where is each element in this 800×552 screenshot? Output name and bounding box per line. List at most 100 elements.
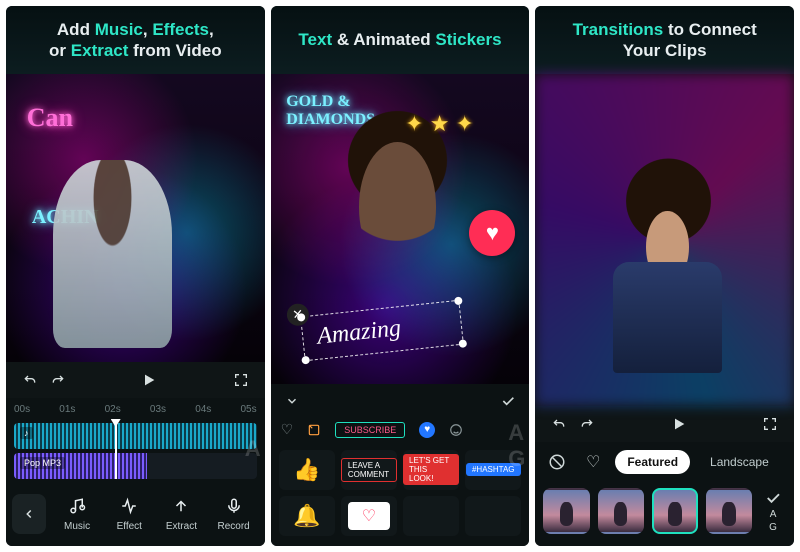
overlay-text[interactable]: Amazing bbox=[316, 310, 448, 350]
tool-music[interactable]: Music bbox=[52, 491, 102, 536]
audio-track-2[interactable]: Pop MP3 bbox=[14, 453, 257, 479]
tab-recent[interactable] bbox=[307, 418, 321, 442]
transition-thumbs: A G bbox=[535, 482, 794, 546]
music-icon bbox=[66, 495, 88, 517]
audio-track-1[interactable]: ♪ bbox=[14, 423, 257, 449]
back-button[interactable] bbox=[12, 494, 46, 534]
playhead[interactable] bbox=[115, 423, 117, 479]
tray-top bbox=[271, 384, 530, 418]
accent-music: Music bbox=[95, 20, 143, 39]
video-preview-3[interactable] bbox=[535, 74, 794, 406]
transition-tray: ♡ Featured Landscape Film A G bbox=[535, 442, 794, 546]
play-button[interactable] bbox=[665, 410, 693, 438]
undo-button[interactable] bbox=[16, 366, 44, 394]
emoji: ♡ bbox=[348, 502, 390, 530]
crown-sticker[interactable]: ✦ ★ ✦ bbox=[405, 111, 474, 137]
tool-label: Record bbox=[217, 521, 249, 532]
playback-bar-3 bbox=[535, 406, 794, 442]
video-preview-1[interactable]: Can ACHIN bbox=[6, 74, 265, 362]
sticker-hashtag[interactable]: #HASHTAG bbox=[465, 450, 521, 490]
play-button[interactable] bbox=[135, 366, 163, 394]
resize-handle[interactable] bbox=[301, 356, 310, 365]
check-icon bbox=[764, 489, 782, 507]
tab-pill: SUBSCRIBE bbox=[335, 422, 405, 438]
sticker-empty[interactable] bbox=[403, 496, 459, 536]
redo-button[interactable] bbox=[573, 410, 601, 438]
clip-label-music: ♪ bbox=[20, 427, 33, 439]
accent-stickers: Stickers bbox=[435, 30, 501, 49]
effect-icon bbox=[118, 495, 140, 517]
tool-record[interactable]: Record bbox=[209, 491, 259, 536]
tool-effect[interactable]: Effect bbox=[104, 491, 154, 536]
neon-sign-1: Can bbox=[27, 103, 73, 133]
confirm-button[interactable] bbox=[493, 386, 523, 416]
favorite-transition[interactable]: ♡ bbox=[579, 448, 607, 476]
sticker-tray: ♡ SUBSCRIBE ♥ 👍 LEAVE A COMMENT LET'S GE… bbox=[271, 384, 530, 546]
sticker-leave-comment[interactable]: LEAVE A COMMENT bbox=[341, 450, 397, 490]
tick: 05s bbox=[240, 404, 256, 415]
tab-category-2[interactable]: ♥ bbox=[419, 418, 435, 442]
mini-label: LEAVE A COMMENT bbox=[341, 458, 397, 482]
tick: 03s bbox=[150, 404, 166, 415]
t: from Video bbox=[128, 41, 221, 60]
tick: 00s bbox=[14, 404, 30, 415]
panel-stickers: Text & Animated Stickers GOLD &DIAMONDS … bbox=[271, 6, 530, 546]
resize-handle[interactable] bbox=[296, 313, 305, 322]
accent-extract: Extract bbox=[71, 41, 129, 60]
mic-icon bbox=[223, 495, 245, 517]
chip-row: Featured Landscape Film bbox=[615, 450, 786, 474]
person-silhouette bbox=[53, 160, 172, 347]
panel-3-title: Transitions to ConnectYour Clips bbox=[535, 6, 794, 74]
mini-label: LET'S GET THIS LOOK! bbox=[403, 454, 459, 485]
panel-music: Add Music, Effects,or Extract from Video… bbox=[6, 6, 265, 546]
t: & Animated bbox=[332, 30, 435, 49]
transition-thumb[interactable] bbox=[706, 488, 752, 534]
playback-bar-1 bbox=[6, 362, 265, 398]
t: , bbox=[143, 20, 152, 39]
panel-1-title: Add Music, Effects,or Extract from Video bbox=[6, 6, 265, 74]
transition-thumb[interactable] bbox=[598, 488, 644, 534]
fullscreen-button[interactable] bbox=[756, 410, 784, 438]
sticker-grid: 👍 LEAVE A COMMENT LET'S GET THIS LOOK! #… bbox=[271, 450, 530, 546]
tab-category-3[interactable] bbox=[449, 418, 463, 442]
apply-label: A bbox=[770, 509, 777, 520]
extract-icon bbox=[170, 495, 192, 517]
accent-effects: Effects bbox=[152, 20, 209, 39]
timeline: 00s 01s 02s 03s 04s 05s ♪ Pop MP3 bbox=[6, 398, 265, 546]
fullscreen-button[interactable] bbox=[227, 366, 255, 394]
person-silhouette bbox=[613, 160, 722, 372]
tool-row: Music Effect Extract Record bbox=[6, 483, 265, 546]
transition-tabs: ♡ Featured Landscape Film bbox=[535, 442, 794, 482]
apply-button[interactable]: A G bbox=[760, 488, 786, 534]
collapse-button[interactable] bbox=[277, 386, 307, 416]
tab-favorites[interactable]: ♡ bbox=[281, 418, 294, 442]
tab-category-1[interactable]: SUBSCRIBE bbox=[335, 418, 405, 442]
t: Add bbox=[57, 20, 95, 39]
redo-button[interactable] bbox=[44, 366, 72, 394]
transition-thumb[interactable] bbox=[543, 488, 589, 534]
sticker-lets-get[interactable]: LET'S GET THIS LOOK! bbox=[403, 450, 459, 490]
body bbox=[613, 262, 722, 372]
panel-2-title: Text & Animated Stickers bbox=[271, 6, 530, 74]
tick: 04s bbox=[195, 404, 211, 415]
audio-clip[interactable] bbox=[14, 423, 257, 449]
mini-label: #HASHTAG bbox=[466, 463, 521, 476]
tool-label: Effect bbox=[117, 521, 142, 532]
tick: 02s bbox=[105, 404, 121, 415]
tool-extract[interactable]: Extract bbox=[156, 491, 206, 536]
chip-landscape[interactable]: Landscape bbox=[698, 450, 781, 474]
undo-button[interactable] bbox=[545, 410, 573, 438]
accent-transitions: Transitions bbox=[573, 20, 664, 39]
time-ruler: 00s 01s 02s 03s 04s 05s bbox=[6, 404, 265, 419]
accent-text: Text bbox=[298, 30, 332, 49]
chip-featured[interactable]: Featured bbox=[615, 450, 690, 474]
none-transition[interactable] bbox=[543, 448, 571, 476]
sticker-bell[interactable]: 🔔 bbox=[279, 496, 335, 536]
sticker-empty[interactable] bbox=[465, 496, 521, 536]
transition-thumb-selected[interactable] bbox=[652, 488, 698, 534]
apply-label-2: G bbox=[769, 522, 777, 533]
video-preview-2[interactable]: GOLD &DIAMONDS ✦ ★ ✦ ♥ ✕ Amazing bbox=[271, 74, 530, 384]
sticker-thumbsup[interactable]: 👍 bbox=[279, 450, 335, 490]
sticker-heart-box[interactable]: ♡ bbox=[341, 496, 397, 536]
emoji: 🔔 bbox=[293, 503, 320, 529]
